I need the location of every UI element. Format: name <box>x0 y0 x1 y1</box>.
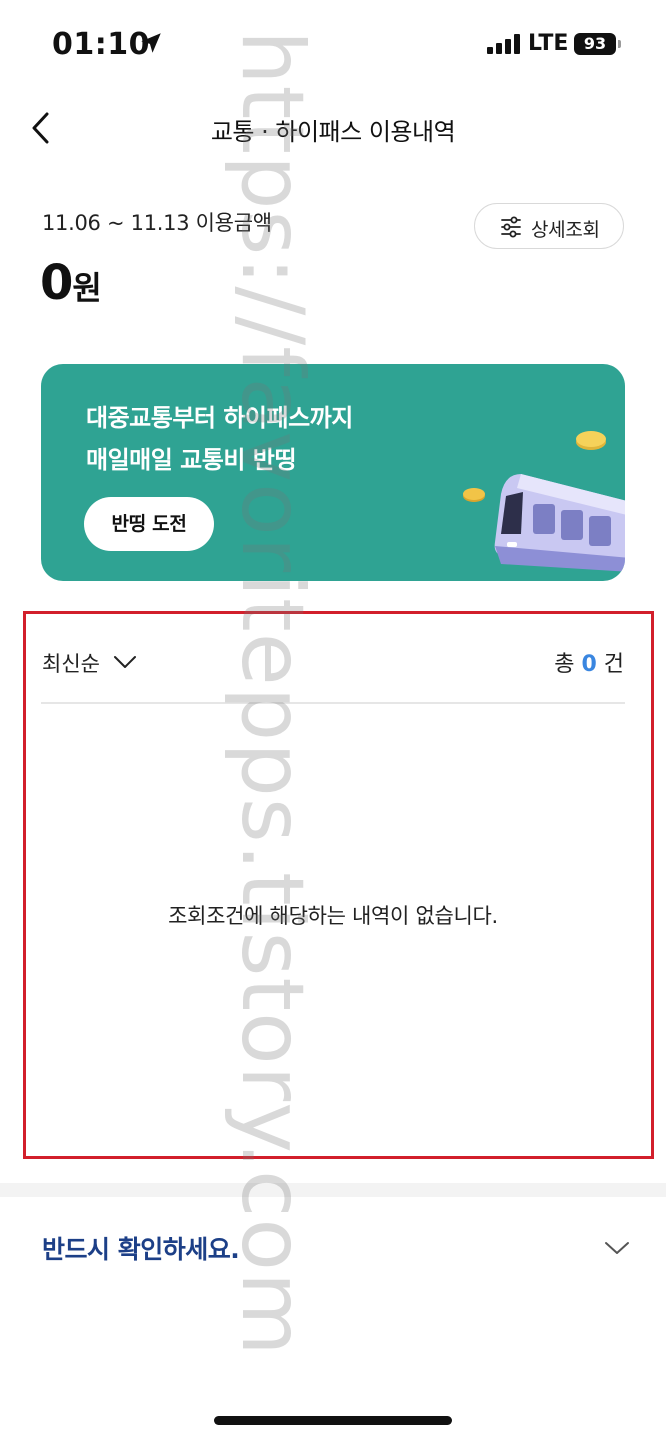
usage-amount: 0원 <box>40 255 102 311</box>
home-indicator <box>214 1416 452 1425</box>
highlight-box <box>23 611 654 1159</box>
count-prefix: 총 <box>554 652 575 677</box>
amount-value: 0 <box>40 255 73 311</box>
page-title: 교통 · 하이패스 이용내역 <box>210 118 456 146</box>
count-suffix: 건 <box>603 652 624 677</box>
cellular-signal-icon <box>487 34 521 54</box>
watermark-text: https://favoritepps.tistory.com <box>222 30 322 1357</box>
expand-chevron-icon[interactable] <box>603 1238 631 1258</box>
section-separator <box>0 1183 666 1197</box>
status-time: 01:10 <box>52 27 150 62</box>
detail-search-button[interactable]: 상세조회 <box>474 203 624 249</box>
promo-banner[interactable]: 대중교통부터 하이패스까지 매일매일 교통비 반띵 반띵 도전 <box>41 364 625 581</box>
chevron-down-icon[interactable] <box>112 652 138 672</box>
status-bar: 01:10 LTE 93 <box>0 0 666 90</box>
detail-search-label: 상세조회 <box>531 219 600 241</box>
list-divider <box>41 702 625 704</box>
amount-unit: 원 <box>72 269 101 307</box>
result-count: 총 0 건 <box>554 646 624 678</box>
count-value: 0 <box>581 652 597 677</box>
battery-icon: 93 <box>574 33 616 55</box>
train-illustration-icon <box>463 431 625 572</box>
battery-nub <box>618 40 621 48</box>
location-arrow-icon <box>141 33 161 53</box>
empty-state-message: 조회조건에 해당하는 내역이 없습니다. <box>168 904 498 928</box>
sort-dropdown[interactable]: 최신순 <box>42 648 100 678</box>
challenge-button[interactable]: 반띵 도전 <box>84 497 214 551</box>
filter-sliders-icon <box>501 216 521 238</box>
notice-title[interactable]: 반드시 확인하세요. <box>42 1230 240 1266</box>
network-type: LTE <box>528 31 569 56</box>
